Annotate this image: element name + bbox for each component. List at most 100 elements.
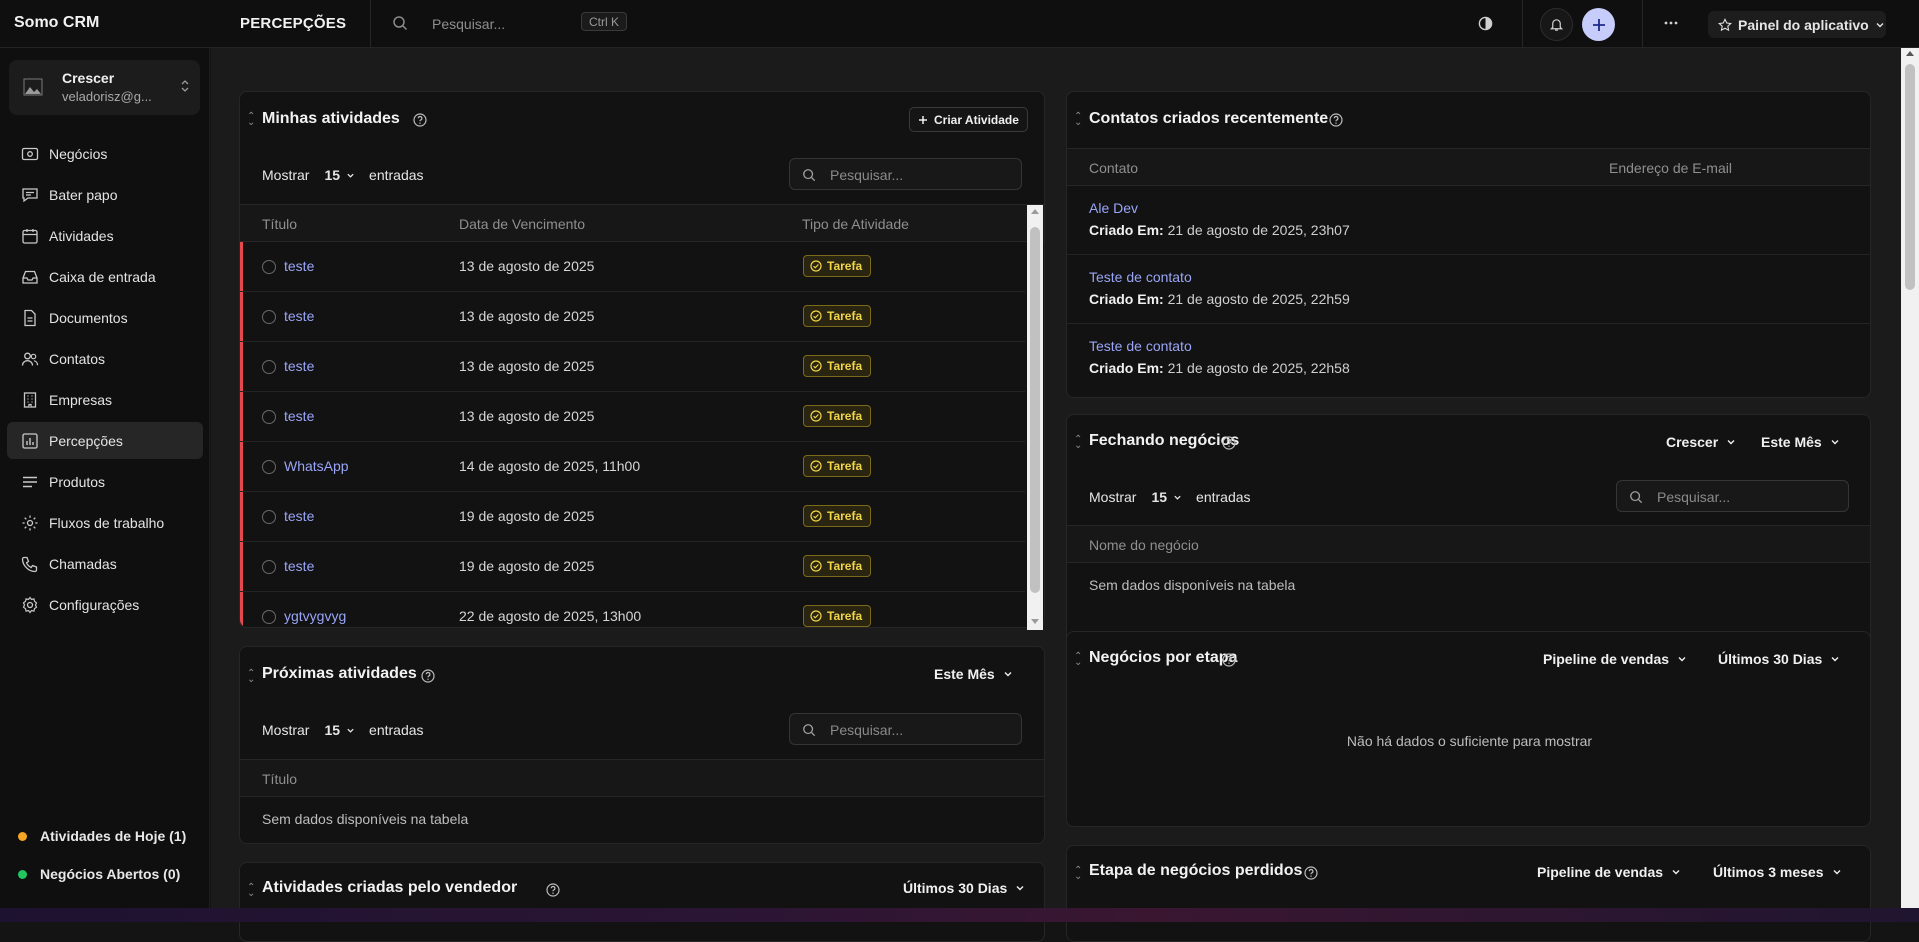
sidebar-item-configuracoes[interactable]: Configurações — [7, 586, 203, 623]
sidebar-item-percepcoes[interactable]: Percepções — [7, 422, 203, 459]
search-shortcut-badge: Ctrl K — [581, 12, 627, 31]
more-icon[interactable] — [1664, 16, 1678, 30]
activity-title-link[interactable]: ygtvygvyg — [284, 608, 346, 624]
sidebar-item-caixa-de-entrada[interactable]: Caixa de entrada — [7, 258, 203, 295]
complete-activity-radio[interactable] — [262, 460, 276, 474]
pipeline-dropdown[interactable]: Pipeline de vendas — [1543, 651, 1687, 667]
column-header-due-date[interactable]: Data de Vencimento — [459, 216, 585, 232]
column-header-deal-name[interactable]: Nome do negócio — [1089, 537, 1199, 553]
drag-handle-icon[interactable]: ⌃ ⌄ — [247, 112, 255, 128]
help-icon[interactable] — [413, 113, 427, 127]
table-row[interactable]: teste 13 de agosto de 2025 Tarefa — [240, 292, 1025, 342]
column-header-email[interactable]: Endereço de E-mail — [1609, 160, 1732, 176]
complete-activity-radio[interactable] — [262, 410, 276, 424]
activity-title-link[interactable]: teste — [284, 358, 314, 374]
today-activities-link[interactable]: Atividades de Hoje (1) — [18, 828, 186, 844]
table-row[interactable]: teste 13 de agosto de 2025 Tarefa — [240, 242, 1025, 292]
page-size-control: Mostrar 15 entradas — [262, 722, 424, 738]
table-row[interactable]: WhatsApp 14 de agosto de 2025, 11h00 Taref… — [240, 442, 1025, 492]
page-scrollbar[interactable] — [1901, 48, 1919, 908]
help-icon[interactable] — [1222, 436, 1236, 450]
scrollbar-thumb[interactable] — [1030, 227, 1040, 593]
account-switcher[interactable]: Crescer veladorisz@g... — [9, 60, 200, 115]
owner-dropdown[interactable]: Crescer — [1666, 434, 1736, 450]
overdue-indicator — [240, 242, 243, 291]
activity-due-date: 22 de agosto de 2025, 13h00 — [459, 608, 642, 624]
table-scrollbar[interactable] — [1027, 205, 1043, 630]
theme-toggle-icon[interactable] — [1478, 16, 1493, 31]
sidebar-item-chamadas[interactable]: Chamadas — [7, 545, 203, 582]
help-icon[interactable] — [1329, 113, 1343, 127]
drag-handle-icon[interactable]: ⌃ ⌄ — [1074, 652, 1082, 668]
help-icon[interactable] — [546, 883, 560, 897]
period-dropdown[interactable]: Últimos 30 Dias — [903, 880, 1025, 896]
contact-link[interactable]: Teste de contato — [1089, 338, 1192, 354]
period-dropdown[interactable]: Últimos 3 meses — [1713, 864, 1842, 880]
help-icon[interactable] — [421, 669, 435, 683]
sidebar-item-produtos[interactable]: Produtos — [7, 463, 203, 500]
activity-title-link[interactable]: teste — [284, 308, 314, 324]
app-panel-dropdown[interactable]: Painel do aplicativo — [1708, 11, 1886, 38]
sidebar: Crescer veladorisz@g... Negócios Bater p… — [0, 48, 210, 908]
activity-title-link[interactable]: teste — [284, 508, 314, 524]
period-dropdown[interactable]: Este Mês — [1761, 434, 1840, 450]
activity-title-link[interactable]: teste — [284, 558, 314, 574]
column-header-title[interactable]: Título — [262, 771, 297, 787]
column-header-title[interactable]: Título — [262, 216, 297, 232]
activity-title-link[interactable]: teste — [284, 258, 314, 274]
period-dropdown[interactable]: Últimos 30 Dias — [1718, 651, 1840, 667]
drag-handle-icon[interactable]: ⌃ ⌄ — [1074, 435, 1082, 451]
sidebar-item-fluxos[interactable]: Fluxos de trabalho — [7, 504, 203, 541]
complete-activity-radio[interactable] — [262, 560, 276, 574]
complete-activity-radio[interactable] — [262, 260, 276, 274]
scrollbar-thumb[interactable] — [1905, 64, 1915, 290]
contact-link[interactable]: Teste de contato — [1089, 269, 1192, 285]
notifications-button[interactable] — [1540, 8, 1573, 41]
sidebar-item-contatos[interactable]: Contatos — [7, 340, 203, 377]
scroll-up-icon — [1031, 209, 1039, 214]
help-icon[interactable] — [1222, 653, 1236, 667]
chevron-down-icon — [1174, 495, 1181, 500]
page-size-select[interactable]: 15 — [1151, 489, 1182, 505]
open-deals-link[interactable]: Negócios Abertos (0) — [18, 866, 180, 882]
complete-activity-radio[interactable] — [262, 310, 276, 324]
period-value: Últimos 30 Dias — [903, 880, 1008, 896]
table-row[interactable]: teste 13 de agosto de 2025 Tarefa — [240, 392, 1025, 442]
pipeline-dropdown[interactable]: Pipeline de vendas — [1537, 864, 1681, 880]
table-row[interactable]: teste 13 de agosto de 2025 Tarefa — [240, 342, 1025, 392]
help-icon[interactable] — [1304, 866, 1318, 880]
upcoming-search-input[interactable]: Pesquisar... — [789, 713, 1022, 745]
sidebar-item-negocios[interactable]: Negócios — [7, 135, 203, 172]
contact-link[interactable]: Ale Dev — [1089, 200, 1138, 216]
closing-deals-search-input[interactable]: Pesquisar... — [1616, 480, 1849, 512]
complete-activity-radio[interactable] — [262, 510, 276, 524]
complete-activity-radio[interactable] — [262, 610, 276, 624]
drag-handle-icon[interactable]: ⌃ ⌄ — [1074, 866, 1082, 882]
activities-search-input[interactable]: Pesquisar... — [789, 158, 1022, 190]
activity-due-date: 13 de agosto de 2025 — [459, 258, 595, 274]
created-value: 21 de agosto de 2025, 22h59 — [1167, 291, 1350, 307]
period-dropdown[interactable]: Este Mês — [934, 666, 1013, 682]
column-header-activity-type[interactable]: Tipo de Atividade — [802, 216, 909, 232]
column-header-contact[interactable]: Contato — [1089, 160, 1138, 176]
drag-handle-icon[interactable]: ⌃ ⌄ — [1074, 112, 1082, 128]
brand-logo[interactable]: Somo CRM — [14, 14, 99, 32]
sidebar-item-atividades[interactable]: Atividades — [7, 217, 203, 254]
activity-title-link[interactable]: teste — [284, 408, 314, 424]
sidebar-item-bater-papo[interactable]: Bater papo — [7, 176, 203, 213]
drag-handle-icon[interactable]: ⌃ ⌄ — [247, 883, 255, 899]
table-row[interactable]: teste 19 de agosto de 2025 Tarefa — [240, 542, 1025, 592]
quick-create-button[interactable] — [1582, 8, 1615, 41]
activity-due-date: 14 de agosto de 2025, 11h00 — [459, 458, 641, 474]
check-circle-icon — [810, 610, 822, 622]
sidebar-item-empresas[interactable]: Empresas — [7, 381, 203, 418]
complete-activity-radio[interactable] — [262, 360, 276, 374]
page-size-select[interactable]: 15 — [324, 167, 355, 183]
page-size-select[interactable]: 15 — [324, 722, 355, 738]
activity-title-link[interactable]: WhatsApp — [284, 458, 349, 474]
table-row[interactable]: ygtvygvyg 22 de agosto de 2025, 13h00 Tare… — [240, 592, 1025, 627]
create-activity-button[interactable]: Criar Atividade — [909, 107, 1028, 132]
sidebar-item-documentos[interactable]: Documentos — [7, 299, 203, 336]
drag-handle-icon[interactable]: ⌃ ⌄ — [247, 669, 255, 685]
table-row[interactable]: teste 19 de agosto de 2025 Tarefa — [240, 492, 1025, 542]
